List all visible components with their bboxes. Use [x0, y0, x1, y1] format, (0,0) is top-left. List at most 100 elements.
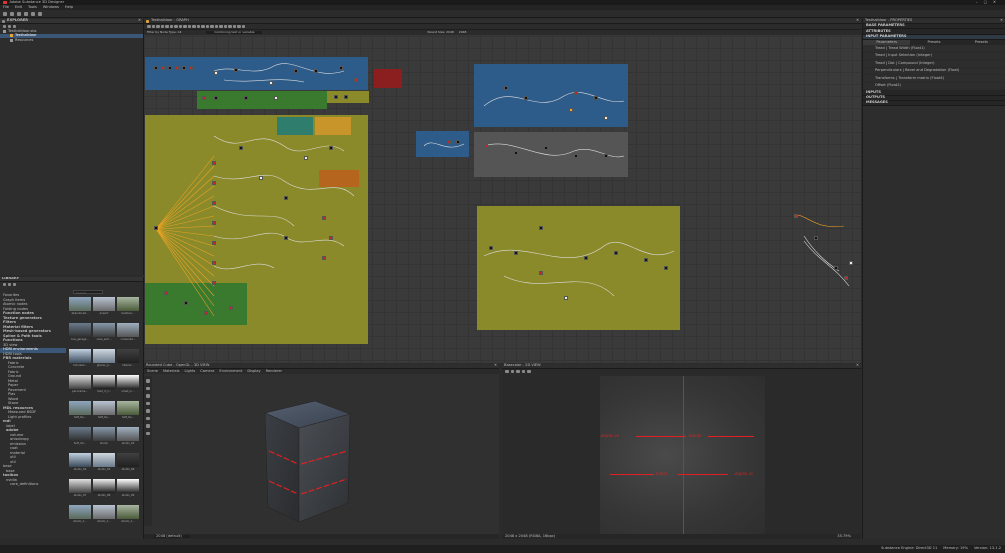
view2d-tool-icon[interactable]: [516, 369, 520, 374]
graph-tool-icon[interactable]: [196, 24, 200, 29]
graph-tool-icon[interactable]: [201, 24, 205, 29]
view3d-cube-render[interactable]: [152, 376, 499, 536]
param-row[interactable]: Tread | Dot | Compound (Integer): [863, 60, 1005, 68]
graph-node[interactable]: [189, 66, 193, 70]
menu-windows[interactable]: Windows: [43, 5, 59, 10]
graph-node[interactable]: [212, 161, 216, 165]
view2d-title[interactable]: Basecolor - 2D VIEW: [504, 364, 541, 368]
param-row[interactable]: Tread | Tread Width (Float1): [863, 45, 1005, 53]
view3d-tool-icon[interactable]: [146, 409, 150, 413]
graph-node[interactable]: [284, 196, 288, 200]
view2d-close-icon[interactable]: ✕: [856, 364, 859, 368]
open-file-icon[interactable]: [10, 11, 14, 16]
view2d-tool-icon[interactable]: [521, 369, 525, 374]
graph-node[interactable]: [354, 78, 358, 82]
view3d-tool-icon[interactable]: [146, 416, 150, 420]
graph-node[interactable]: [504, 86, 508, 90]
library-thumbnail[interactable]: [93, 453, 115, 467]
graph-node[interactable]: [182, 66, 186, 70]
library-thumbnail[interactable]: [69, 349, 91, 363]
graph-tool-icon[interactable]: [205, 24, 209, 29]
window-controls[interactable]: –▢✕: [976, 0, 1002, 5]
graph-node[interactable]: [574, 154, 578, 158]
new-file-icon[interactable]: [3, 11, 7, 16]
view3d-menu-environment[interactable]: Environment: [219, 369, 242, 374]
view3d-menu-renderer[interactable]: Renderer: [266, 369, 282, 374]
graph-node[interactable]: [569, 108, 573, 112]
graph-tool-icon[interactable]: [165, 24, 169, 29]
view3d-menu-camera[interactable]: Camera: [200, 369, 214, 374]
graph-node[interactable]: [212, 281, 216, 285]
graph-tool-icon[interactable]: [174, 24, 178, 29]
graph-node[interactable]: [204, 311, 208, 315]
graph-tool-icon[interactable]: [237, 24, 241, 29]
graph-tool-icon[interactable]: [228, 24, 232, 29]
library-thumbnail[interactable]: [69, 323, 91, 337]
graph-tool-icon[interactable]: [178, 24, 182, 29]
graph-node[interactable]: [259, 176, 263, 180]
library-settings-icon[interactable]: [13, 283, 16, 286]
graph-tool-icon[interactable]: [151, 24, 155, 29]
view2d-tool-icon[interactable]: [505, 369, 509, 374]
view3d-close-icon[interactable]: ✕: [494, 364, 497, 368]
graph-node[interactable]: [456, 140, 460, 144]
graph-node[interactable]: [202, 96, 206, 100]
param-row[interactable]: Perpendiculars | Bevel and Degradation (…: [863, 68, 1005, 76]
view3d-status[interactable]: 2048 (default): [154, 534, 190, 539]
graph-tool-icon[interactable]: [156, 24, 160, 29]
graph-node[interactable]: [244, 96, 248, 100]
redo-icon[interactable]: [38, 11, 42, 16]
graph-node[interactable]: [849, 261, 853, 265]
graph-node[interactable]: [184, 301, 188, 305]
graph-node[interactable]: [814, 236, 818, 240]
graph-node[interactable]: [564, 296, 568, 300]
view2d-tool-icon[interactable]: [510, 369, 514, 374]
graph-tab-title[interactable]: Testhalldoor - GRAPH: [151, 19, 189, 23]
open-package-icon[interactable]: [8, 25, 11, 28]
graph-node[interactable]: [594, 96, 598, 100]
graph-node[interactable]: [794, 214, 798, 218]
graph-tool-icon[interactable]: [241, 24, 245, 29]
view3d-tool-icon[interactable]: [146, 431, 150, 435]
library-thumbnail[interactable]: [69, 401, 91, 415]
library-thumbnail[interactable]: [93, 297, 115, 311]
view3d-menu-scene[interactable]: Scene: [147, 369, 158, 374]
graph-filter-label[interactable]: Filter by Node Type: All: [147, 31, 181, 34]
graph-node[interactable]: [329, 146, 333, 150]
view3d-tool-icon[interactable]: [146, 394, 150, 398]
library-thumbnail[interactable]: [69, 427, 91, 441]
param-row[interactable]: Transforms | Transform matrix (Float4): [863, 75, 1005, 83]
view3d-menu-display[interactable]: Display: [247, 369, 260, 374]
graph-node[interactable]: [834, 266, 838, 270]
view3d-menu-lights[interactable]: Lights: [184, 369, 195, 374]
param-row[interactable]: Tread | Input Selection (Integer): [863, 53, 1005, 61]
graph-node[interactable]: [334, 95, 338, 99]
save-package-icon[interactable]: [13, 25, 16, 28]
graph-node[interactable]: [164, 291, 168, 295]
graph-node[interactable]: [544, 146, 548, 150]
menu-file[interactable]: File: [3, 5, 9, 10]
menu-tools[interactable]: Tools: [28, 5, 37, 10]
library-thumbnail[interactable]: [69, 479, 91, 493]
graph-node[interactable]: [664, 266, 668, 270]
tab-presets-2[interactable]: Presets: [958, 40, 1005, 45]
library-thumbnail[interactable]: [117, 505, 139, 519]
library-thumbnail[interactable]: [117, 427, 139, 441]
graph-node[interactable]: [844, 276, 848, 280]
graph-node[interactable]: [154, 226, 158, 230]
undo-icon[interactable]: [31, 11, 35, 16]
graph-node[interactable]: [161, 66, 165, 70]
graph-node[interactable]: [344, 95, 348, 99]
graph-node[interactable]: [154, 66, 158, 70]
library-thumbnail[interactable]: [93, 375, 115, 389]
view3d-tool-icon[interactable]: [146, 379, 150, 383]
library-thumbnail[interactable]: [69, 297, 91, 311]
graph-node[interactable]: [539, 226, 543, 230]
panel-close-icon[interactable]: ✕: [138, 19, 141, 23]
save-all-icon[interactable]: [24, 11, 28, 16]
graph-tool-icon[interactable]: [147, 24, 151, 29]
graph-node[interactable]: [574, 91, 578, 95]
graph-tool-icon[interactable]: [219, 24, 223, 29]
graph-tool-icon[interactable]: [169, 24, 173, 29]
library-thumbnail[interactable]: [93, 401, 115, 415]
